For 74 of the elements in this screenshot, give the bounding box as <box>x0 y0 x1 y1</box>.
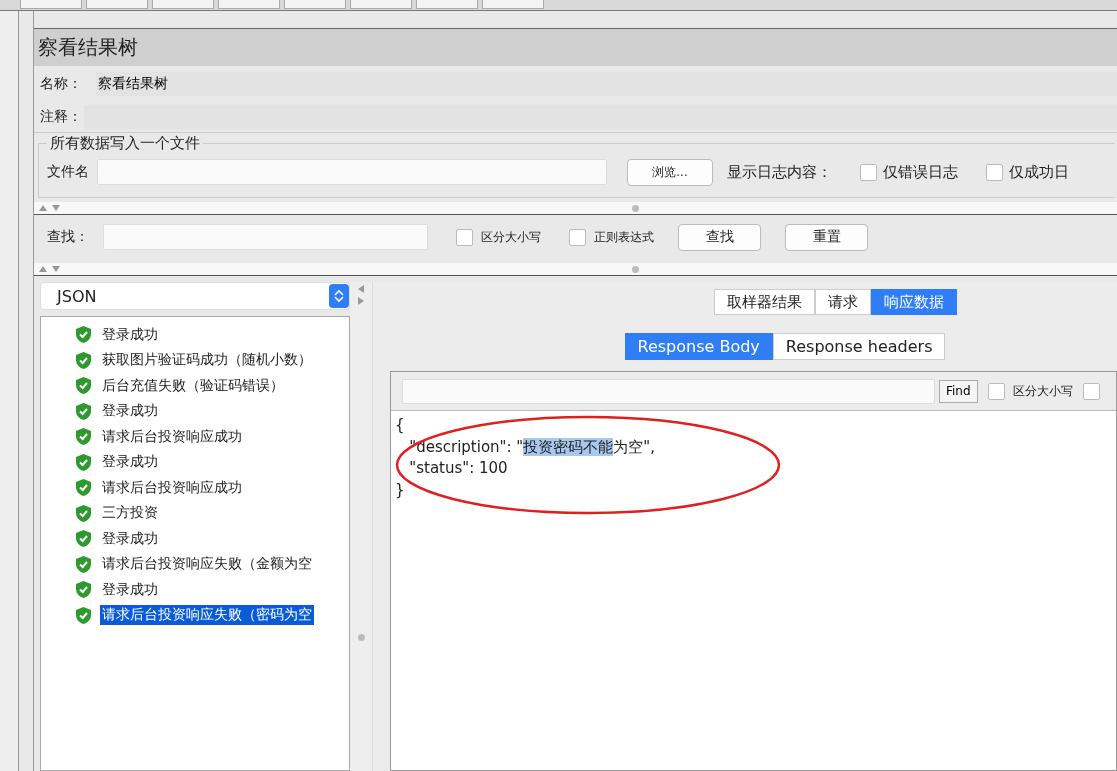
checkbox[interactable] <box>986 163 1003 181</box>
search-field[interactable] <box>103 224 428 250</box>
group-title: 所有数据写入一个文件 <box>47 134 203 153</box>
panel-title: 察看结果树 <box>38 34 138 61</box>
checkbox-label: 仅成功日 <box>1009 162 1069 182</box>
result-item[interactable]: 获取图片验证码成功（随机小数） <box>100 350 314 371</box>
result-item[interactable]: 请求后台投资响应失败（密码为空 <box>100 605 314 626</box>
find-button[interactable]: Find <box>939 379 978 403</box>
shield-check-icon <box>75 554 92 574</box>
name-label: 名称： <box>40 75 82 93</box>
shield-check-icon <box>75 503 92 523</box>
shield-check-icon <box>75 427 92 447</box>
shield-check-icon <box>75 478 92 498</box>
toolbar-button[interactable] <box>20 0 82 9</box>
shield-check-icon <box>75 350 92 370</box>
shield-check-icon <box>75 401 92 421</box>
find-field[interactable] <box>402 378 935 404</box>
result-item[interactable]: 登录成功 <box>100 528 160 549</box>
splitter-handle[interactable] <box>357 634 365 641</box>
result-item[interactable]: 登录成功 <box>100 324 160 345</box>
toolbar-button[interactable] <box>284 0 346 9</box>
checkbox[interactable] <box>569 228 586 246</box>
toolbar-button[interactable] <box>218 0 280 9</box>
splitter-handle[interactable] <box>632 265 639 273</box>
tab[interactable]: 取样器结果 <box>713 289 815 315</box>
toolbar-button[interactable] <box>482 0 544 9</box>
result-item[interactable]: 后台充值失败（验证码错误） <box>100 375 286 396</box>
file-field[interactable] <box>97 159 607 185</box>
shield-check-icon <box>75 605 92 625</box>
result-item[interactable]: 请求后台投资响应成功 <box>100 477 244 498</box>
file-label: 文件名 <box>47 163 89 181</box>
toolbar-button[interactable] <box>416 0 478 9</box>
tab[interactable]: 请求 <box>814 289 871 315</box>
toolbar-button[interactable] <box>86 0 148 9</box>
checkbox-label: 区分大小写 <box>1012 382 1073 400</box>
tab[interactable]: Response headers <box>772 333 946 360</box>
dropdown-stepper-icon <box>329 284 349 308</box>
result-item[interactable]: 登录成功 <box>100 401 160 422</box>
checkbox-label: 区分大小写 <box>481 228 541 246</box>
comment-label: 注释： <box>40 108 82 126</box>
tab[interactable]: 响应数据 <box>870 289 957 315</box>
toolbar-button[interactable] <box>350 0 412 9</box>
collapse-arrows-icon[interactable] <box>38 265 62 273</box>
result-item[interactable]: 请求后台投资响应失败（金额为空 <box>100 554 314 575</box>
result-item[interactable]: 请求后台投资响应成功 <box>100 426 244 447</box>
collapse-arrows-icon[interactable] <box>38 204 62 212</box>
name-field[interactable]: 察看结果树 <box>96 72 1117 96</box>
result-item[interactable]: 登录成功 <box>100 452 160 473</box>
shield-check-icon <box>75 325 92 345</box>
result-item[interactable]: 三方投资 <box>100 503 160 524</box>
code-line: "description": "投资密码不能为空", <box>408 436 656 458</box>
code-line: { <box>395 415 406 436</box>
shield-check-icon <box>75 580 92 600</box>
renderer-dropdown[interactable]: JSON <box>40 282 350 310</box>
search-button[interactable]: 查找 <box>678 223 761 251</box>
checkbox[interactable] <box>860 163 877 181</box>
splitter-handle[interactable] <box>632 204 639 212</box>
shield-check-icon <box>75 452 92 472</box>
toolbar-button[interactable] <box>152 0 214 9</box>
tab[interactable]: Response Body <box>624 333 773 360</box>
checkbox[interactable] <box>1082 382 1100 400</box>
search-button[interactable]: 重置 <box>785 223 868 251</box>
result-item[interactable]: 登录成功 <box>100 579 160 600</box>
checkbox-label: 仅错误日志 <box>883 162 958 182</box>
browse-button[interactable]: 浏览... <box>627 158 713 186</box>
checkbox[interactable] <box>456 228 473 246</box>
shield-check-icon <box>75 529 92 549</box>
code-line: } <box>395 479 406 501</box>
search-label: 查找： <box>47 228 89 246</box>
log-label: 显示日志内容： <box>727 162 832 182</box>
shield-check-icon <box>75 376 92 396</box>
checkbox-label: 正则表达式 <box>594 228 654 246</box>
code-line: "status": 100 <box>408 458 509 479</box>
checkbox[interactable] <box>987 382 1005 400</box>
